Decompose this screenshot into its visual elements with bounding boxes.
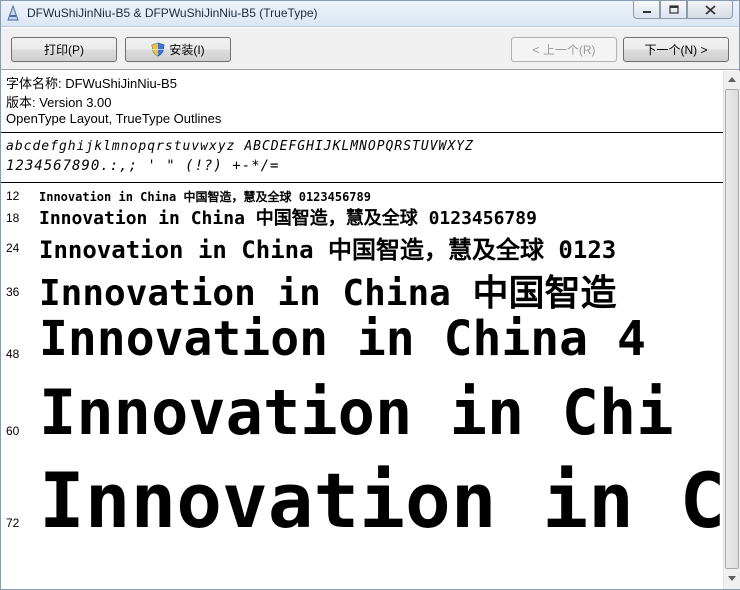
sample-text: Innovation in China 中国智造，慧及全球 0123456789 (39, 208, 537, 229)
previous-button[interactable]: < 上一个(R) (511, 37, 617, 62)
sample-size-label: 24 (6, 241, 20, 255)
font-type-line: OpenType Layout, TrueType Outlines (6, 111, 222, 126)
font-name-line: 字体名称: DFWuShiJinNiu-B5 (6, 76, 177, 91)
sample-size-label: 12 (6, 189, 20, 203)
scroll-up-button[interactable] (724, 71, 740, 88)
divider (1, 132, 723, 133)
previous-button-label: < 上一个(R) (532, 43, 596, 57)
sample-text: Innovation in Chi (39, 376, 674, 449)
print-button-label: 打印(P) (44, 43, 84, 57)
sample-text: Innovation in China 中国智造 (39, 273, 617, 314)
font-viewer-window: DFWuShiJinNiu-B5 & DFPWuShiJinNiu-B5 (Tr… (0, 0, 740, 590)
divider (1, 182, 723, 183)
charset-line-letters: abcdefghijklmnopqrstuvwxyz ABCDEFGHIJKLM… (6, 139, 474, 154)
maximize-button[interactable] (660, 1, 687, 19)
install-button-label: 安装(I) (169, 43, 205, 57)
font-preview-area: 字体名称: DFWuShiJinNiu-B5 版本: Version 3.00 … (1, 71, 723, 589)
caption-buttons (633, 1, 733, 19)
minimize-icon (642, 10, 651, 13)
arrow-up-icon (728, 77, 736, 82)
sample-size-label: 36 (6, 285, 20, 299)
sample-size-label: 18 (6, 211, 20, 225)
sample-text: Innovation in China 中国智造，慧及全球 0123 (39, 236, 617, 264)
toolbar: 打印(P) 安装(I) < 上一个(R) 下一个(N) > (1, 28, 739, 70)
sample-text: Innovation in China 4 (39, 311, 646, 367)
sample-text: Innovation in China 中国智造，慧及全球 0123456789 (39, 190, 371, 204)
font-version-line: 版本: Version 3.00 (6, 95, 112, 110)
charset-line-symbols: 1234567890.:,; ' " (!?) +-*/= (6, 158, 280, 174)
shield-icon (151, 42, 165, 57)
scrollbar-thumb[interactable] (725, 89, 739, 569)
maximize-icon (668, 5, 679, 14)
close-button[interactable] (687, 1, 733, 19)
install-button[interactable]: 安装(I) (125, 37, 231, 62)
scroll-down-button[interactable] (724, 570, 740, 587)
close-icon (704, 4, 716, 15)
window-title: DFWuShiJinNiu-B5 & DFPWuShiJinNiu-B5 (Tr… (27, 6, 318, 20)
next-button-label: 下一个(N) > (644, 43, 708, 57)
title-bar[interactable]: DFWuShiJinNiu-B5 & DFPWuShiJinNiu-B5 (Tr… (1, 1, 739, 27)
print-button[interactable]: 打印(P) (11, 37, 117, 62)
arrow-down-icon (728, 576, 736, 581)
sample-size-label: 72 (6, 516, 20, 530)
sample-size-label: 48 (6, 347, 20, 361)
sample-size-label: 60 (6, 424, 20, 438)
next-button[interactable]: 下一个(N) > (623, 37, 729, 62)
sample-text: Innovation in C (39, 456, 723, 545)
vertical-scrollbar[interactable] (723, 71, 740, 589)
minimize-button[interactable] (633, 1, 660, 19)
font-file-icon (7, 5, 19, 21)
